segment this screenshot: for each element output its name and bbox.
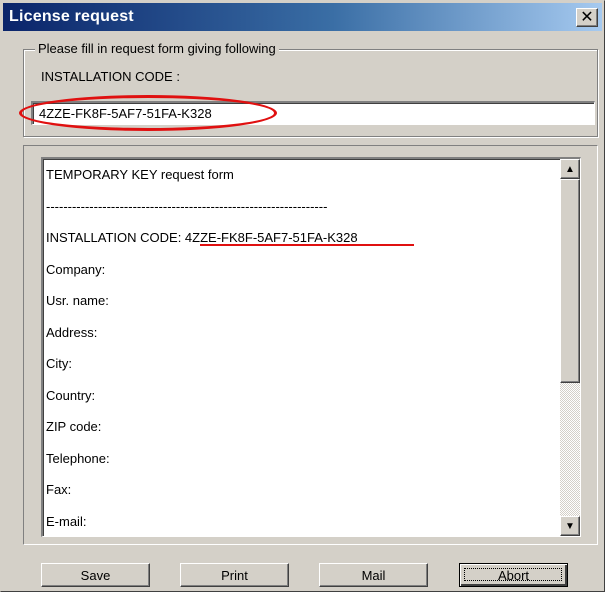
arrow-down-icon: ▼ xyxy=(565,520,575,532)
form-line-heading: TEMPORARY KEY request form xyxy=(46,167,234,182)
print-button[interactable]: Print xyxy=(180,563,289,587)
form-line-user-name: Usr. name: xyxy=(46,293,109,308)
groupbox-legend: Please fill in request form giving follo… xyxy=(35,41,279,56)
red-underline-annotation xyxy=(200,244,414,246)
vertical-scrollbar[interactable]: ▲ ▼ xyxy=(560,159,580,536)
form-line-city: City: xyxy=(46,356,72,371)
print-button-label: Print xyxy=(221,567,248,583)
save-button[interactable]: Save xyxy=(41,563,150,587)
license-request-dialog: License request ✕ Please fill in request… xyxy=(0,0,605,592)
form-line-address: Address: xyxy=(46,324,98,340)
form-line-zip-code: ZIP code: xyxy=(46,419,102,434)
form-line-separator: ----------------------------------------… xyxy=(46,198,328,214)
mail-button[interactable]: Mail xyxy=(319,563,428,587)
request-form-text: TEMPORARY KEY request form -------------… xyxy=(46,159,556,536)
close-icon: ✕ xyxy=(580,8,594,26)
window-title: License request xyxy=(9,8,134,25)
mail-button-label: Mail xyxy=(361,567,386,583)
installation-code-field[interactable]: 4ZZE-FK8F-5AF7-51FA-K328 xyxy=(31,101,595,125)
form-line-telephone: Telephone: xyxy=(46,450,110,466)
focus-rectangle xyxy=(464,568,562,581)
close-button[interactable]: ✕ xyxy=(576,8,598,27)
form-line-country: Country: xyxy=(46,387,96,403)
form-line-installation-code: INSTALLATION CODE: 4ZZE-FK8F-5AF7-51FA-K… xyxy=(46,230,358,245)
scroll-down-button[interactable]: ▼ xyxy=(560,516,580,536)
arrow-up-icon: ▲ xyxy=(565,163,575,175)
form-line-email: E-mail: xyxy=(46,513,87,529)
form-line-company: Company: xyxy=(46,261,106,277)
scroll-up-button[interactable]: ▲ xyxy=(560,159,580,179)
form-line-fax: Fax: xyxy=(46,482,72,497)
title-bar[interactable]: License request ✕ xyxy=(3,3,602,31)
scrollbar-thumb[interactable] xyxy=(560,179,580,383)
installation-code-label: INSTALLATION CODE : xyxy=(41,69,180,84)
save-button-label: Save xyxy=(80,567,111,583)
abort-button[interactable]: Abort xyxy=(459,563,568,587)
request-form-textarea[interactable]: TEMPORARY KEY request form -------------… xyxy=(41,157,581,537)
